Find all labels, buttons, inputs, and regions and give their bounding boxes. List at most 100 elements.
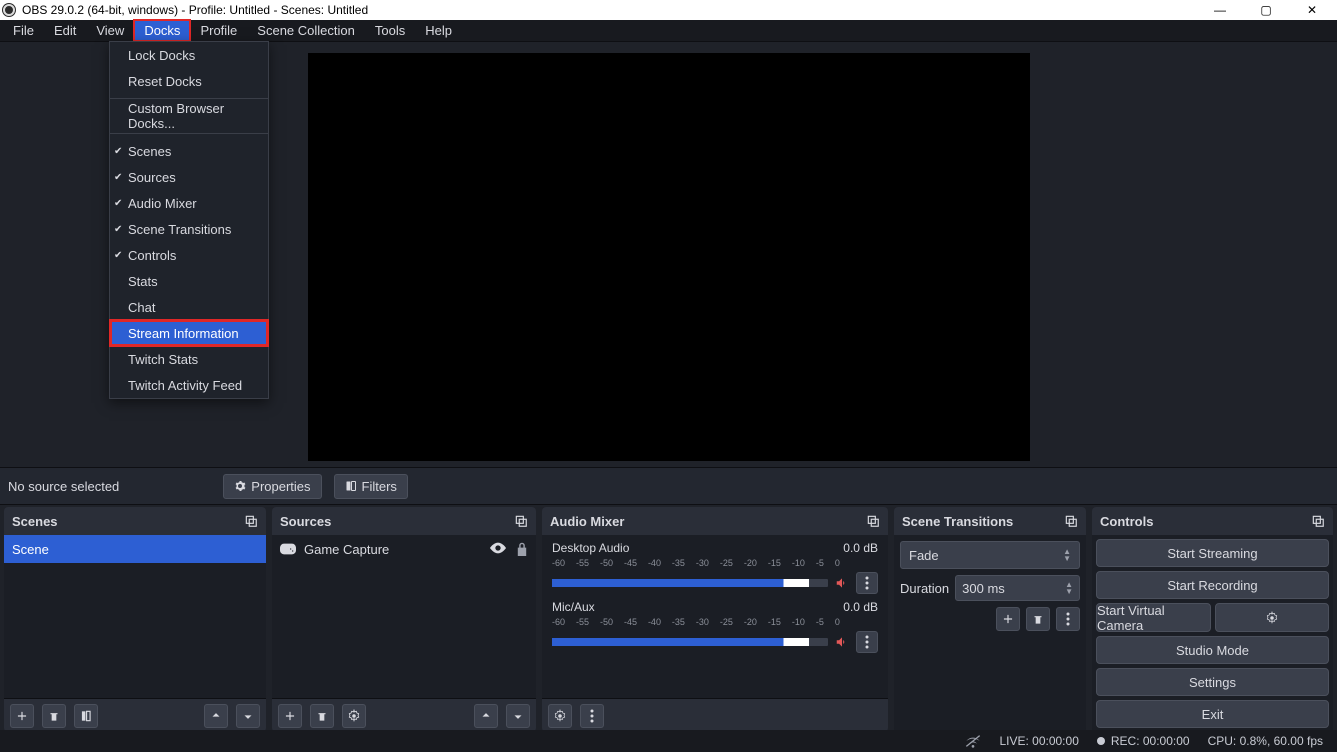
duration-label: Duration	[900, 581, 949, 596]
menu-file[interactable]: File	[3, 20, 44, 41]
mixer-settings-button[interactable]	[548, 704, 572, 728]
scenes-title: Scenes	[12, 514, 58, 529]
status-cpu: CPU: 0.8%, 60.00 fps	[1208, 734, 1323, 748]
filter-icon	[345, 480, 357, 492]
maximize-button[interactable]: ▢	[1243, 0, 1289, 20]
remove-scene-button[interactable]	[42, 704, 66, 728]
updown-icon: ▲▼	[1063, 548, 1071, 562]
menu-help[interactable]: Help	[415, 20, 462, 41]
dd-separator	[110, 98, 268, 99]
lock-icon[interactable]	[516, 542, 528, 556]
channel-name: Desktop Audio	[552, 541, 629, 555]
start-recording-button[interactable]: Start Recording	[1096, 571, 1329, 599]
close-button[interactable]: ✕	[1289, 0, 1335, 20]
minimize-button[interactable]: —	[1197, 0, 1243, 20]
start-streaming-button[interactable]: Start Streaming	[1096, 539, 1329, 567]
status-live: LIVE: 00:00:00	[999, 734, 1078, 748]
properties-button[interactable]: Properties	[223, 474, 321, 499]
db-scale: -60-55-50-45-40-35-30-25-20-15-10-50	[552, 558, 878, 568]
gear-icon	[1265, 611, 1279, 625]
menu-profile[interactable]: Profile	[190, 20, 247, 41]
gamepad-icon	[280, 543, 296, 555]
status-rec: REC: 00:00:00	[1111, 734, 1190, 748]
signal-icon	[965, 734, 981, 748]
start-virtual-camera-button[interactable]: Start Virtual Camera	[1096, 603, 1211, 632]
menu-tools[interactable]: Tools	[365, 20, 415, 41]
add-scene-button[interactable]	[10, 704, 34, 728]
source-item[interactable]: Game Capture	[272, 535, 536, 563]
add-transition-button[interactable]	[996, 607, 1020, 631]
channel-menu-button[interactable]	[856, 631, 878, 653]
menu-view[interactable]: View	[86, 20, 134, 41]
window-title: OBS 29.0.2 (64-bit, windows) - Profile: …	[22, 3, 368, 17]
transition-menu-button[interactable]	[1056, 607, 1080, 631]
remove-transition-button[interactable]	[1026, 607, 1050, 631]
mixer-channel: Mic/Aux0.0 dB -60-55-50-45-40-35-30-25-2…	[542, 594, 888, 653]
dd-custom-browser-docks[interactable]: Custom Browser Docks...	[110, 103, 268, 129]
exit-button[interactable]: Exit	[1096, 700, 1329, 728]
source-move-down-button[interactable]	[506, 704, 530, 728]
audio-mixer-title: Audio Mixer	[550, 514, 624, 529]
scene-move-up-button[interactable]	[204, 704, 228, 728]
dd-lock-docks[interactable]: Lock Docks	[110, 42, 268, 68]
studio-mode-button[interactable]: Studio Mode	[1096, 636, 1329, 664]
speaker-icon[interactable]	[834, 575, 850, 591]
controls-dock: Controls Start Streaming Start Recording…	[1092, 507, 1333, 732]
dd-audio-mixer[interactable]: ✔Audio Mixer	[110, 190, 268, 216]
dd-controls[interactable]: ✔Controls	[110, 242, 268, 268]
scene-item[interactable]: Scene	[4, 535, 266, 563]
dd-stats[interactable]: Stats	[110, 268, 268, 294]
speaker-icon[interactable]	[834, 634, 850, 650]
remove-source-button[interactable]	[310, 704, 334, 728]
controls-title: Controls	[1100, 514, 1153, 529]
menu-edit[interactable]: Edit	[44, 20, 86, 41]
dd-sources[interactable]: ✔Sources	[110, 164, 268, 190]
source-status-text: No source selected	[8, 479, 119, 494]
dd-scene-transitions[interactable]: ✔Scene Transitions	[110, 216, 268, 242]
dd-chat[interactable]: Chat	[110, 294, 268, 320]
mixer-channel: Desktop Audio 0.0 dB -60-55-50-45-40-35-3…	[542, 535, 888, 594]
transition-select[interactable]: Fade ▲▼	[900, 541, 1080, 569]
dd-twitch-activity-feed[interactable]: Twitch Activity Feed	[110, 372, 268, 398]
popout-icon[interactable]	[1311, 514, 1325, 528]
popout-icon[interactable]	[866, 514, 880, 528]
eye-icon[interactable]	[490, 542, 506, 554]
source-properties-button[interactable]	[342, 704, 366, 728]
mixer-menu-button[interactable]	[580, 704, 604, 728]
window-titlebar: OBS 29.0.2 (64-bit, windows) - Profile: …	[0, 0, 1337, 20]
source-toolbar: No source selected Properties Filters	[0, 467, 1337, 505]
scene-move-down-button[interactable]	[236, 704, 260, 728]
channel-level: 0.0 dB	[843, 541, 878, 555]
scene-filter-button[interactable]	[74, 704, 98, 728]
dd-twitch-stats[interactable]: Twitch Stats	[110, 346, 268, 372]
virtual-camera-settings-button[interactable]	[1215, 603, 1330, 632]
docks-dropdown: Lock Docks Reset Docks Custom Browser Do…	[109, 41, 269, 399]
menu-bar: File Edit View Docks Profile Scene Colle…	[0, 20, 1337, 42]
audio-mixer-dock: Audio Mixer Desktop Audio 0.0 dB -60-55-5…	[542, 507, 888, 732]
filters-button[interactable]: Filters	[334, 474, 408, 499]
dd-separator	[110, 133, 268, 134]
status-bar: LIVE: 00:00:00 REC: 00:00:00 CPU: 0.8%, …	[0, 730, 1337, 752]
menu-docks[interactable]: Docks	[134, 20, 190, 41]
popout-icon[interactable]	[244, 514, 258, 528]
dd-stream-information[interactable]: Stream Information	[110, 320, 268, 346]
status-network	[965, 734, 981, 748]
scenes-dock: Scenes Scene	[4, 507, 266, 732]
source-move-up-button[interactable]	[474, 704, 498, 728]
updown-icon: ▲▼	[1065, 581, 1073, 595]
dd-reset-docks[interactable]: Reset Docks	[110, 68, 268, 94]
channel-menu-button[interactable]	[856, 572, 878, 594]
menu-scene-collection[interactable]: Scene Collection	[247, 20, 365, 41]
add-source-button[interactable]	[278, 704, 302, 728]
preview-canvas[interactable]	[308, 53, 1030, 461]
sources-dock: Sources Game Capture	[272, 507, 536, 732]
volume-slider[interactable]	[552, 638, 828, 646]
duration-input[interactable]: 300 ms ▲▼	[955, 575, 1080, 601]
transitions-title: Scene Transitions	[902, 514, 1013, 529]
volume-slider[interactable]	[552, 579, 828, 587]
dd-scenes[interactable]: ✔Scenes	[110, 138, 268, 164]
popout-icon[interactable]	[1064, 514, 1078, 528]
sources-title: Sources	[280, 514, 331, 529]
settings-button[interactable]: Settings	[1096, 668, 1329, 696]
popout-icon[interactable]	[514, 514, 528, 528]
